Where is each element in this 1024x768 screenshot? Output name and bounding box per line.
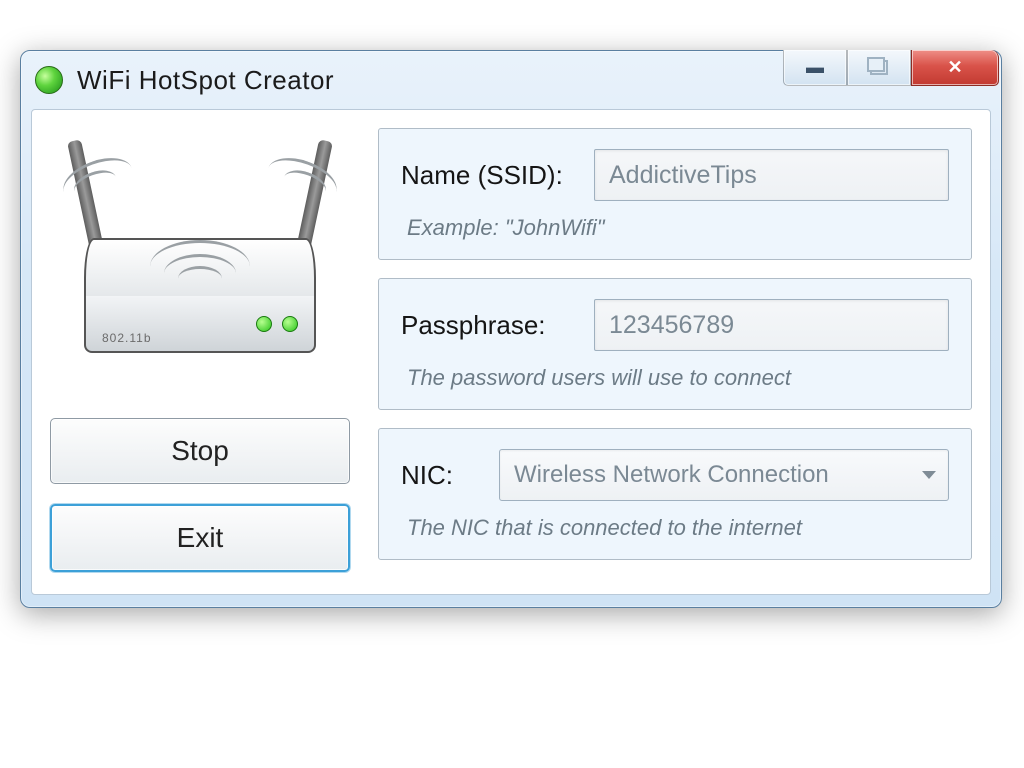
ssid-group: Name (SSID): Example: "JohnWifi" — [378, 128, 972, 260]
nic-hint: The NIC that is connected to the interne… — [401, 515, 949, 541]
ssid-hint: Example: "JohnWifi" — [401, 215, 949, 241]
ssid-label: Name (SSID): — [401, 160, 576, 191]
client-area: 802.11b Stop Exit Name (SSID): Example: … — [31, 109, 991, 595]
maximize-icon — [870, 60, 888, 75]
nic-selected-value: Wireless Network Connection — [514, 461, 829, 489]
status-led-icon — [256, 316, 272, 332]
exit-button[interactable]: Exit — [50, 504, 350, 572]
nic-label: NIC: — [401, 460, 481, 491]
ssid-input[interactable] — [594, 149, 949, 201]
close-button[interactable]: ✕ — [911, 50, 999, 86]
router-model-label: 802.11b — [102, 331, 152, 345]
passphrase-input[interactable] — [594, 299, 949, 351]
nic-group: NIC: Wireless Network Connection The NIC… — [378, 428, 972, 560]
passphrase-hint: The password users will use to connect — [401, 365, 949, 391]
chevron-down-icon — [922, 471, 936, 479]
router-illustration: 802.11b — [50, 128, 350, 398]
nic-select[interactable]: Wireless Network Connection — [499, 449, 949, 501]
passphrase-group: Passphrase: The password users will use … — [378, 278, 972, 410]
close-icon: ✕ — [947, 57, 962, 78]
app-icon — [35, 66, 63, 94]
minimize-icon: ▬ — [806, 57, 824, 78]
window-controls: ▬ ✕ — [783, 50, 999, 86]
stop-button[interactable]: Stop — [50, 418, 350, 484]
app-window: WiFi HotSpot Creator ▬ ✕ — [20, 50, 1002, 608]
status-led-icon — [282, 316, 298, 332]
maximize-button[interactable] — [847, 50, 911, 86]
minimize-button[interactable]: ▬ — [783, 50, 847, 86]
titlebar[interactable]: WiFi HotSpot Creator ▬ ✕ — [21, 51, 1001, 109]
right-column: Name (SSID): Example: "JohnWifi" Passphr… — [378, 128, 972, 572]
passphrase-label: Passphrase: — [401, 310, 576, 341]
left-column: 802.11b Stop Exit — [50, 128, 350, 572]
